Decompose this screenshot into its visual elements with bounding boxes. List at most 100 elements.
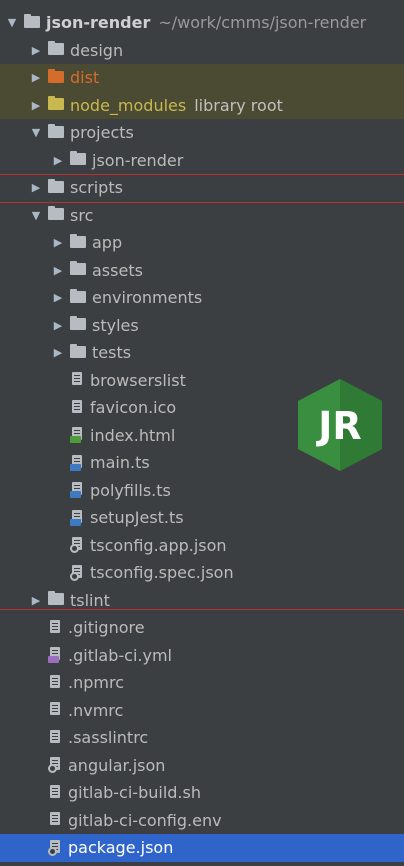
folder-icon <box>70 316 86 331</box>
chevron-down-icon[interactable]: ▼ <box>6 16 18 29</box>
tree-folder-row[interactable]: ▶ styles <box>0 312 404 340</box>
tree-item-label: angular.json <box>68 755 166 775</box>
tree-file-row[interactable]: angular.json <box>0 752 404 780</box>
folder-icon <box>70 343 86 358</box>
red-divider-line <box>0 609 404 610</box>
tree-file-row[interactable]: gitlab-ci-config.env <box>0 807 404 835</box>
library-root-hint: library root <box>194 95 283 115</box>
tree-item-label: src <box>70 205 94 225</box>
image-file-icon <box>70 399 84 416</box>
ts-badge <box>70 491 81 499</box>
tree-file-row[interactable]: tsconfig.app.json <box>0 532 404 560</box>
tree-folder-row[interactable]: ▼ projects <box>0 119 404 147</box>
folder-icon <box>48 96 64 111</box>
tree-item-label: assets <box>92 260 143 280</box>
tree-file-row[interactable]: .npmrc <box>0 669 404 697</box>
tree-item-label: node_modules <box>70 95 187 115</box>
typescript-file-icon <box>70 509 84 526</box>
chevron-right-icon[interactable]: ▶ <box>52 264 64 277</box>
file-sheet <box>72 399 82 413</box>
folder-icon <box>70 151 86 166</box>
tree-folder-row[interactable]: ▼ src <box>0 202 404 230</box>
folder-icon <box>48 123 64 138</box>
tree-folder-row[interactable]: ▶ node_modules library root <box>0 91 404 119</box>
text-file-icon <box>48 702 62 718</box>
tree-item-label: tslint <box>70 590 110 610</box>
file-sheet <box>50 619 60 633</box>
text-file-icon <box>48 674 62 691</box>
tree-item-label: .npmrc <box>68 673 124 693</box>
tree-folder-row[interactable]: ▶ dist <box>0 64 404 92</box>
yaml-file-icon <box>48 647 62 664</box>
tree-item-label: polyfills.ts <box>90 480 171 500</box>
chevron-right-icon[interactable]: ▶ <box>52 236 64 249</box>
tree-file-row[interactable]: setupJest.ts <box>0 504 404 532</box>
folder-icon <box>70 288 86 303</box>
tree-item-label: environments <box>92 288 203 308</box>
logo-text: JR <box>315 404 361 448</box>
tree-item-label: dist <box>70 68 100 88</box>
config-file-icon <box>70 537 84 554</box>
folder-icon <box>70 261 86 276</box>
tree-item-label: projects <box>70 123 134 143</box>
tree-item-label: gitlab-ci-build.sh <box>68 783 201 803</box>
tree-file-row[interactable]: tsconfig.spec.json <box>0 559 404 587</box>
tree-file-row[interactable]: package.json <box>0 834 404 862</box>
tree-item-label: setupJest.ts <box>90 508 184 528</box>
tree-folder-row[interactable]: ▶ design <box>0 37 404 65</box>
gear-badge <box>70 544 79 554</box>
ts-badge <box>70 518 81 526</box>
chevron-right-icon[interactable]: ▶ <box>30 44 42 57</box>
chevron-right-icon[interactable]: ▶ <box>30 594 42 607</box>
red-divider-line <box>0 174 404 175</box>
tree-item-label: browserslist <box>90 370 186 390</box>
tree-item-label: tsconfig.spec.json <box>90 563 234 583</box>
tree-folder-row[interactable]: ▶ tests <box>0 339 404 367</box>
tree-folder-row[interactable]: ▶ json-render <box>0 147 404 175</box>
tree-file-row[interactable]: .sasslintrc <box>0 724 404 752</box>
folder-icon <box>70 233 86 248</box>
tree-row-root[interactable]: ▼ json-render ~/work/cmms/json-render <box>0 9 404 37</box>
chevron-right-icon[interactable]: ▶ <box>30 71 42 84</box>
chevron-down-icon[interactable]: ▼ <box>30 126 42 139</box>
tree-item-label: tests <box>92 343 132 363</box>
tree-item-label: gitlab-ci-config.env <box>68 810 222 830</box>
folder-icon <box>48 68 64 83</box>
tree-item-label: .gitignore <box>68 618 145 638</box>
tree-file-row[interactable]: .gitignore <box>0 614 404 642</box>
typescript-file-icon <box>70 454 84 471</box>
tree-file-row[interactable]: gitlab-ci-build.sh <box>0 779 404 807</box>
chevron-right-icon[interactable]: ▶ <box>52 319 64 332</box>
tree-file-row[interactable]: .nvmrc <box>0 697 404 725</box>
chevron-right-icon[interactable]: ▶ <box>52 346 64 359</box>
tree-folder-row[interactable]: ▶ environments <box>0 284 404 312</box>
tree-item-label: json-render <box>92 150 184 170</box>
chevron-right-icon[interactable]: ▶ <box>30 181 42 194</box>
file-sheet <box>50 702 60 716</box>
tree-item-label: index.html <box>90 425 176 445</box>
file-sheet <box>50 729 60 743</box>
folder-icon <box>48 206 64 221</box>
html-file-icon <box>70 427 84 444</box>
text-file-icon <box>48 729 62 746</box>
chevron-right-icon[interactable]: ▶ <box>52 291 64 304</box>
file-sheet <box>50 674 60 688</box>
tree-folder-row[interactable]: ▶ assets <box>0 257 404 285</box>
tree-file-row[interactable]: .gitlab-ci.yml <box>0 642 404 670</box>
tree-item-label: .nvmrc <box>68 700 124 720</box>
tree-folder-row[interactable]: ▶ scripts <box>0 174 404 202</box>
config-file-icon <box>48 757 62 774</box>
chevron-right-icon[interactable]: ▶ <box>30 99 42 112</box>
gear-badge <box>48 846 57 856</box>
tree-file-row[interactable]: polyfills.ts <box>0 477 404 505</box>
chevron-down-icon[interactable]: ▼ <box>30 209 42 222</box>
tree-item-label: tsconfig.app.json <box>90 535 227 555</box>
tree-item-label: styles <box>92 315 139 335</box>
gear-badge <box>70 571 79 581</box>
tree-folder-row[interactable]: ▶ app <box>0 229 404 257</box>
text-file-icon <box>70 372 84 388</box>
chevron-right-icon[interactable]: ▶ <box>52 154 64 167</box>
folder-icon <box>48 178 64 193</box>
ts-badge <box>70 463 81 471</box>
folder-icon <box>48 591 64 606</box>
